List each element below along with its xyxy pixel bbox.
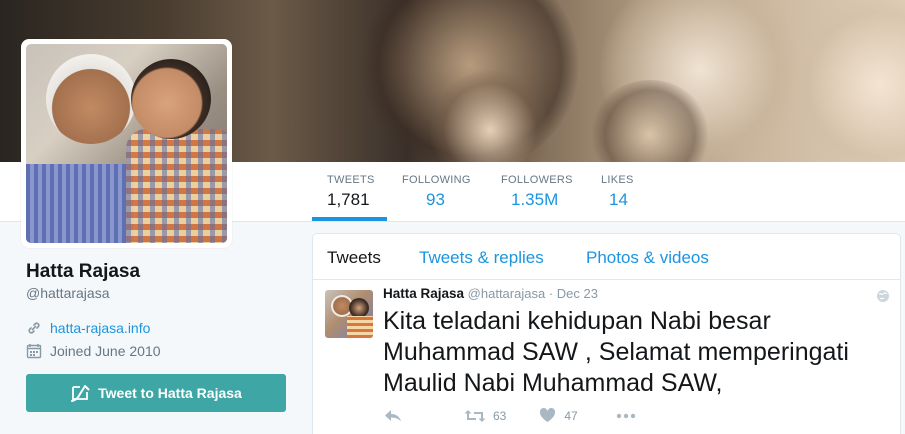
reply-button[interactable]: [384, 409, 402, 423]
reply-icon: [384, 409, 402, 423]
globe-icon: [876, 289, 890, 303]
profile-handle[interactable]: @hattarajasa: [26, 285, 109, 301]
stat-value: 1,781: [327, 190, 370, 209]
tweet-separator: ·: [548, 286, 554, 301]
like-count: 47: [564, 408, 578, 423]
heart-icon: [539, 408, 556, 423]
tab-tweets-replies[interactable]: Tweets & replies: [419, 248, 544, 268]
stat-value: 93: [426, 190, 445, 209]
tweet-avatar[interactable]: [325, 290, 373, 338]
tab-photos-videos[interactable]: Photos & videos: [586, 248, 709, 268]
tweet-author-handle[interactable]: @hattarajasa: [468, 286, 546, 301]
compose-tweet-icon: [70, 383, 92, 403]
retweet-button[interactable]: 63: [464, 409, 506, 423]
stat-label: LIKES: [601, 174, 634, 186]
timeline-tabs: Tweets Tweets & replies Photos & videos: [313, 234, 900, 280]
timeline: Tweets Tweets & replies Photos & videos …: [312, 233, 901, 434]
tab-tweets[interactable]: Tweets: [327, 248, 381, 268]
more-dots-icon: [616, 413, 636, 419]
profile-avatar[interactable]: [21, 39, 232, 248]
profile-joined-row: Joined June 2010: [26, 343, 161, 359]
stat-following[interactable]: FOLLOWING 93: [402, 174, 471, 210]
profile-joined-date: Joined June 2010: [50, 343, 161, 359]
active-stat-underline: [312, 217, 387, 221]
more-button[interactable]: [616, 413, 636, 419]
profile-name[interactable]: Hatta Rajasa: [26, 261, 140, 283]
like-button[interactable]: 47: [539, 408, 578, 423]
stat-label: FOLLOWERS: [501, 174, 573, 186]
tweet-to-button[interactable]: Tweet to Hatta Rajasa: [26, 374, 286, 412]
retweet-count: 63: [493, 408, 507, 423]
stat-followers[interactable]: FOLLOWERS 1.35M: [501, 174, 573, 210]
tweet-header: Hatta Rajasa @hattarajasa · Dec 23: [383, 286, 598, 301]
profile-website-row: hatta-rajasa.info: [26, 320, 150, 336]
retweet-icon: [464, 409, 486, 423]
stat-label: TWEETS: [327, 174, 375, 186]
stat-value: 1.35M: [511, 190, 559, 209]
profile-website-link[interactable]: hatta-rajasa.info: [50, 320, 150, 336]
tweet-author-name[interactable]: Hatta Rajasa: [383, 286, 464, 301]
stat-likes[interactable]: LIKES 14: [601, 174, 634, 210]
calendar-icon: [26, 343, 44, 359]
avatar-image: [26, 44, 227, 243]
link-icon: [26, 320, 44, 336]
stat-label: FOLLOWING: [402, 174, 471, 186]
tweet-to-label: Tweet to Hatta Rajasa: [98, 385, 242, 401]
tweet-text: Kita teladani kehidupan Nabi besar Muham…: [383, 307, 849, 397]
tweet-actions: 63 47: [383, 408, 636, 423]
tweet-date[interactable]: Dec 23: [557, 286, 598, 301]
stat-value: 14: [609, 190, 628, 209]
stat-tweets[interactable]: TWEETS 1,781: [327, 174, 375, 210]
